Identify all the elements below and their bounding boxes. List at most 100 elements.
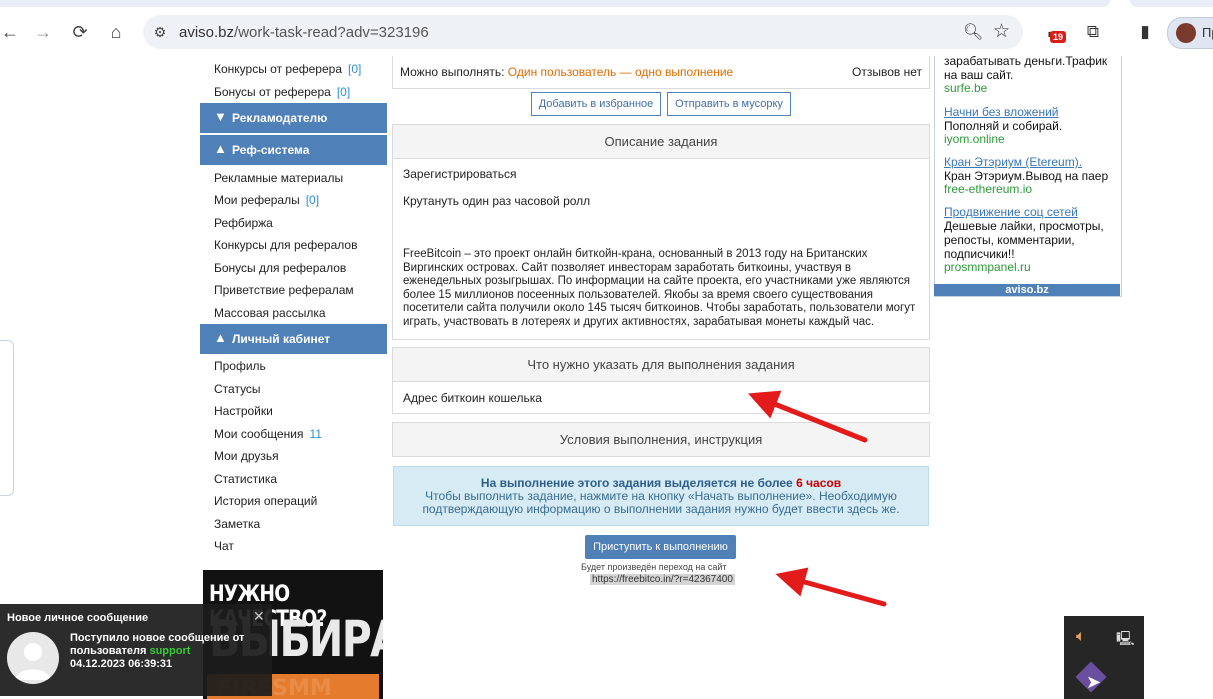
profile-button[interactable]: Пр [1167,17,1213,49]
sidebar-item-label: Заметка [214,517,261,531]
description-text: FreeBitcoin – это проект онлайн биткойн-… [403,248,916,328]
sidebar-item-contests-from-referrer[interactable]: Конкурсы от реферера [0] [214,62,361,76]
sidebar-item-bonuses-for-referrals[interactable]: Бонусы для рефералов [214,261,346,275]
notification-body: Поступило новое сообщение от пользовател… [70,632,260,671]
mouse-cursor-icon: ➤ [1086,672,1102,692]
sidebar-item-label: Статусы [214,382,261,396]
sidebar-item-settings[interactable]: Настройки [214,404,273,418]
section-label: Реф-система [232,143,310,157]
zoom-icon[interactable]: 🔍︎ [963,22,983,42]
ad-url[interactable]: free-ethereum.io [944,182,1032,196]
reviews-status: Отзывов нет [852,65,922,79]
sidebar-item-mass-mailing[interactable]: Массовая рассылка [214,306,326,320]
bookmark-star-icon[interactable]: ☆ [993,20,1010,43]
required-value: Адрес биткоин кошелька [403,391,542,405]
sidebar-item-statistics[interactable]: Статистика [214,472,277,486]
ad-title[interactable]: Продвижение соц сетей [944,205,1078,219]
chevron-up-icon: ▲ [214,141,227,156]
redirect-note: Будет произведён переход на сайт [581,562,727,572]
start-task-button[interactable]: Приступить к выполнению [585,535,736,559]
can-do-line: Можно выполнять: Один пользователь — одн… [400,65,733,79]
ad-desc: Дешевые лайки, просмотры, репосты, комме… [944,219,1104,261]
sidebar-item-label: Рефбиржа [214,216,273,230]
profile-label: Пр [1202,25,1213,40]
back-icon[interactable]: ← [0,20,22,44]
sidebar-item-ad-materials[interactable]: Рекламные материалы [214,171,343,185]
inactive-tab-edge[interactable] [1130,0,1213,7]
sidebar-item-count: [0] [305,193,320,207]
sidebar-item-label: Конкурсы от реферера [214,62,343,76]
url-host: aviso.bz [179,24,235,41]
sidebar-item-chat[interactable]: Чат [214,539,234,553]
ad-title[interactable]: Начни без вложений [944,105,1059,119]
redirect-url[interactable]: https://freebitco.in/?r=42367400 [590,574,735,585]
sidebar-item-refbirzha[interactable]: Рефбиржа [214,216,273,230]
sidebar-item-my-referrals[interactable]: Мои рефералы [0] [214,193,319,207]
can-do-label: Можно выполнять: [400,65,505,79]
sidebar-item-note[interactable]: Заметка [214,517,260,531]
chevron-up-icon: ▲ [214,330,227,345]
sidebar-item-contests-for-referrals[interactable]: Конкурсы для рефералов [214,238,357,252]
description-heading: Описание задания [392,124,930,159]
sidebar-item-count: 11 [309,427,322,441]
arrow-to-redirect-url [775,567,887,607]
ad-url[interactable]: iyom.online [944,132,1005,146]
sidebar-item-label: Профиль [214,359,266,373]
sidebar-item-friends[interactable]: Мои друзья [214,449,279,463]
conditions-heading[interactable]: Условия выполнения, инструкция [392,422,930,457]
ad-top-url[interactable]: surfe.be [944,81,987,95]
sidebar-item-greeting-referrals[interactable]: Приветствие рефералам [214,283,354,297]
sidebar-item-bonuses-from-referrer[interactable]: Бонусы от реферера [0] [214,85,350,99]
sidebar-item-statuses[interactable]: Статусы [214,382,261,396]
side-panel-icon[interactable]: ▮ [1133,20,1157,44]
sidebar-item-label: Приветствие рефералам [214,283,354,297]
sidebar-item-count: [0] [336,85,351,99]
home-icon[interactable]: ⌂ [104,20,128,44]
sidebar-section-cabinet[interactable]: ▲ Личный кабинет [200,324,387,354]
section-label: Рекламодателю [232,111,328,125]
sidebar-item-label: История операций [214,494,318,508]
notification-title: Новое личное сообщение [7,612,149,624]
time-limit-line: На выполнение этого задания выделяется н… [394,476,928,490]
sidebar-section-advertiser[interactable]: ▼ Рекламодателю [200,103,387,133]
add-to-favorites-button[interactable]: Добавить в избранное [531,92,661,116]
message-notification[interactable]: Новое личное сообщение ✕ Поступило новое… [0,604,272,696]
ad-footer[interactable]: aviso.bz [934,284,1120,296]
network-icon[interactable]: 🖳 [1116,628,1135,652]
system-tray-popup: 🔈︎ 🖳 ➤ [1064,616,1144,699]
sidebar-item-profile[interactable]: Профиль [214,359,266,373]
send-to-trash-button[interactable]: Отправить в мусорку [667,92,791,116]
sidebar-item-label: Конкурсы для рефералов [214,238,358,252]
page-edge-widget [0,340,14,496]
site-info-icon[interactable]: ⚙ [151,23,169,41]
forward-icon[interactable]: → [31,20,55,44]
time-prefix: На выполнение этого задания выделяется н… [480,476,793,490]
ad-title[interactable]: Кран Этэриум (Etereum). [944,155,1082,169]
user-silhouette-icon [15,643,51,680]
description-step-2: Крутануть один раз часовой ролл [403,194,591,208]
can-do-value: Один пользователь — одно выполнение [507,65,734,79]
active-tab-edge[interactable] [0,0,1110,7]
sidebar-item-label: Мои рефералы [214,193,300,207]
avatar [7,632,59,684]
ad-desc: Кран Этэриум.Вывод на паер [944,169,1109,183]
avatar [1176,23,1196,43]
chevron-down-icon: ▼ [214,109,227,124]
reload-icon[interactable]: ⟳ [68,20,92,44]
sidebar-item-label: Статистика [214,472,278,486]
close-icon[interactable]: ✕ [253,608,265,625]
puzzle-icon[interactable]: ⧉ [1081,20,1105,44]
ad-url[interactable]: prosmmpanel.ru [944,260,1031,274]
time-note: Чтобы выполнить задание, нажмите на кноп… [422,489,900,516]
address-bar[interactable]: ⚙ aviso.bz/work-task-read?adv=323196 🔍︎ … [143,15,1023,49]
notification-sender[interactable]: support [149,645,190,657]
speaker-icon[interactable]: 🔈︎ [1076,628,1086,646]
time-limit-notice: На выполнение этого задания выделяется н… [393,466,929,526]
extension-badge: 19 [1050,31,1067,43]
url-text[interactable]: aviso.bz/work-task-read?adv=323196 [179,24,429,41]
sidebar-item-messages[interactable]: Мои сообщения 11 [214,427,322,441]
sidebar-section-ref-system[interactable]: ▲ Реф-система [200,135,387,165]
ad-desc: Пополняй и собирай. [944,119,1063,133]
time-value: 6 часов [796,476,842,490]
sidebar-item-history[interactable]: История операций [214,494,317,508]
